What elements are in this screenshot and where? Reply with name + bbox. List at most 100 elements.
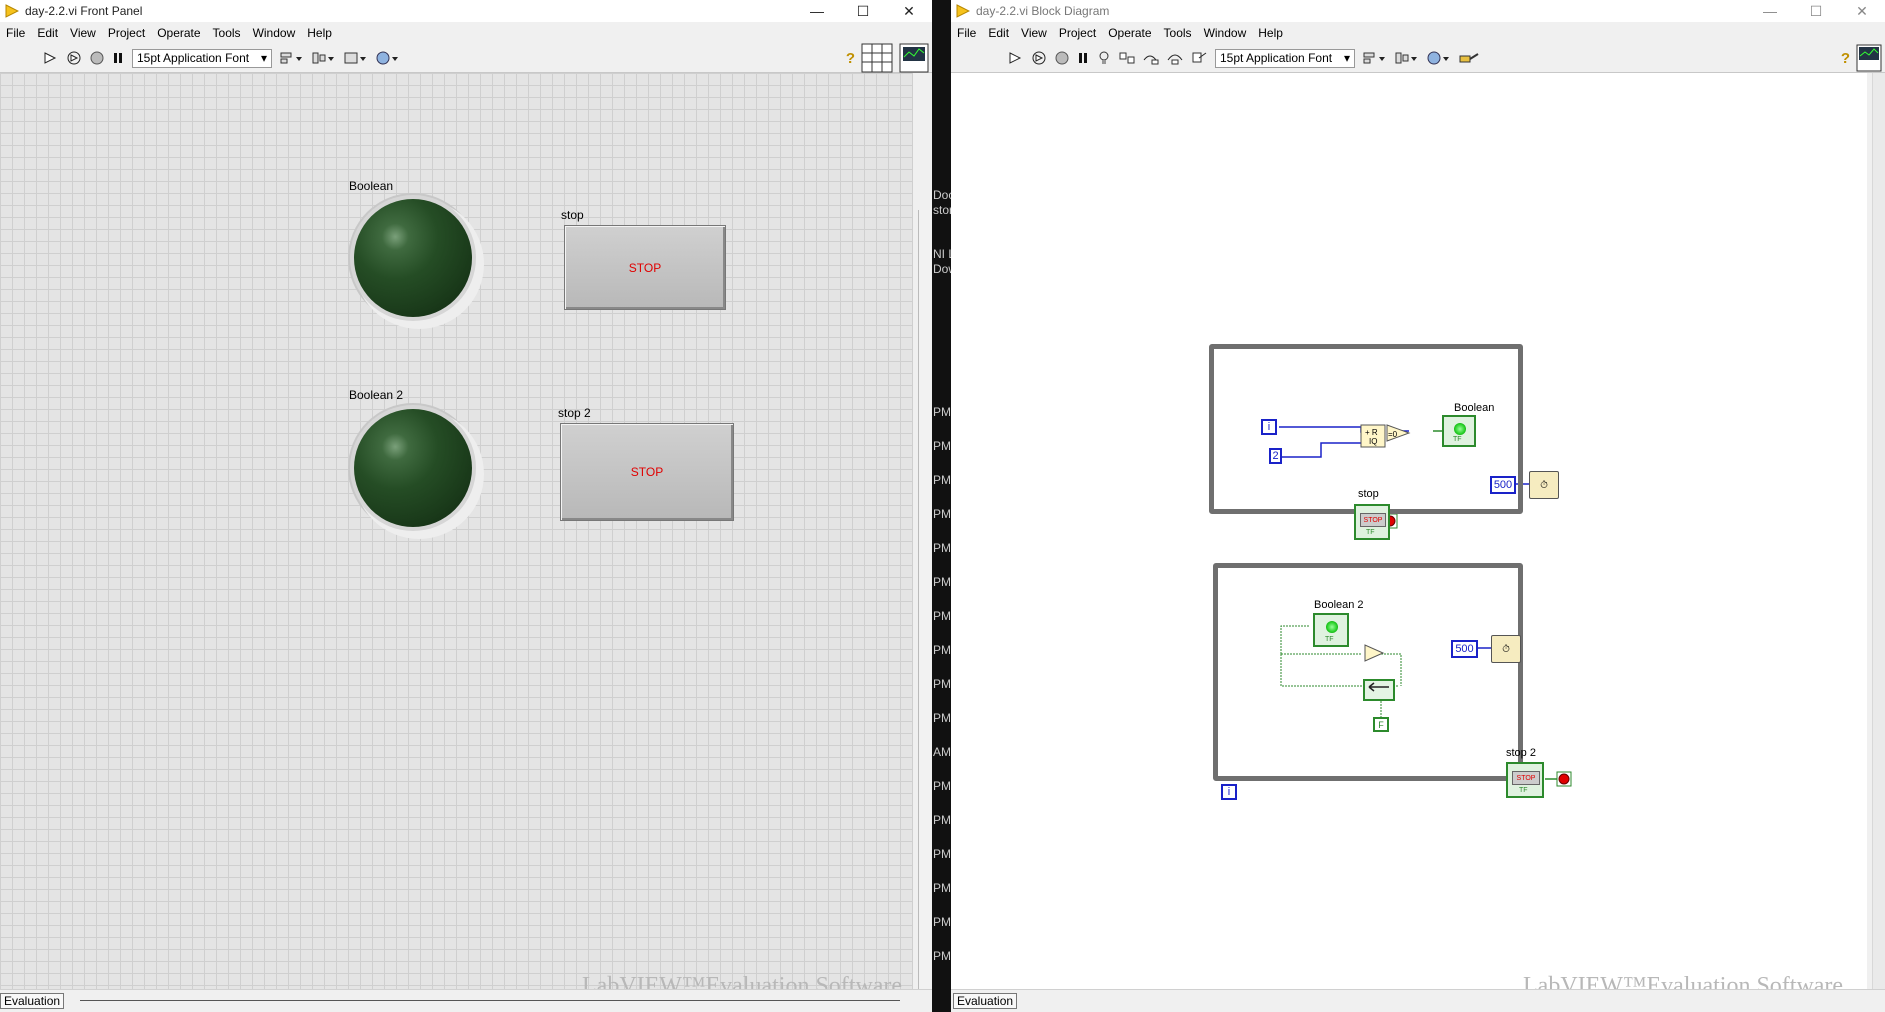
run-arrow-icon[interactable] (43, 48, 59, 68)
maximize-button[interactable]: ☐ (1793, 0, 1839, 22)
font-selector[interactable]: 15pt Application Font ▾ (132, 48, 272, 68)
menu-project[interactable]: Project (1053, 26, 1102, 40)
iteration-terminal[interactable]: i (1261, 419, 1277, 435)
boolean2-terminal-label: Boolean 2 (1314, 599, 1364, 611)
menu-operate[interactable]: Operate (1102, 26, 1157, 40)
reorder-icon[interactable] (1426, 48, 1452, 68)
bg-text: PM (933, 405, 951, 419)
iteration-terminal-2[interactable]: i (1221, 784, 1237, 800)
abort-icon[interactable] (89, 48, 105, 68)
vi-connector-icon[interactable] (1856, 44, 1882, 72)
bg-text: AM (933, 745, 951, 759)
menu-file[interactable]: File (0, 26, 31, 40)
vertical-scrollbar-track[interactable] (918, 210, 931, 990)
menu-view[interactable]: View (1015, 26, 1053, 40)
context-help-icon[interactable]: ? (846, 48, 855, 68)
maximize-button[interactable]: ☐ (840, 0, 886, 22)
abort-icon[interactable] (1054, 48, 1070, 68)
pause-icon[interactable] (1076, 48, 1090, 68)
menubar: File Edit View Project Operate Tools Win… (951, 22, 1885, 44)
front-panel-titlebar: day-2.2.vi Front Panel — ☐ ✕ (0, 0, 932, 22)
boolean-led-indicator[interactable] (354, 199, 472, 317)
resize-objects-icon[interactable] (343, 48, 369, 68)
run-continuously-icon[interactable] (1030, 48, 1048, 68)
step-over-icon[interactable] (1166, 48, 1184, 68)
wait-ms-constant-1[interactable]: 500 (1490, 476, 1516, 494)
block-diagram-window: day-2.2.vi Block Diagram — ☐ ✕ File Edit… (951, 0, 1885, 1012)
menu-edit[interactable]: Edit (982, 26, 1015, 40)
stop2-button[interactable]: STOP (560, 423, 734, 521)
bg-text: PM (933, 711, 951, 725)
align-objects-icon[interactable] (279, 48, 305, 68)
menu-help[interactable]: Help (1252, 26, 1289, 40)
wait-ms-icon[interactable]: ⏱ (1491, 635, 1521, 663)
while-loop-2[interactable] (1213, 563, 1523, 781)
bg-text: PM (933, 473, 951, 487)
wait-ms-constant-2[interactable]: 500 (1451, 640, 1478, 658)
grid-palette-icon[interactable] (861, 43, 893, 73)
pause-icon[interactable] (111, 48, 125, 68)
retain-wire-values-icon[interactable] (1118, 48, 1136, 68)
bg-text: store (933, 203, 951, 217)
distribute-objects-icon[interactable] (311, 48, 337, 68)
close-button[interactable]: ✕ (886, 0, 932, 22)
block-diagram-canvas[interactable]: + R IQ =0 i 2 Boolean TF 500 ⏱ stop STOP… (951, 73, 1867, 999)
run-arrow-icon[interactable] (1008, 48, 1024, 68)
menu-window[interactable]: Window (247, 26, 302, 40)
bg-text: Dow (933, 262, 951, 276)
run-continuously-icon[interactable] (65, 48, 83, 68)
evaluation-status: Evaluation (0, 993, 65, 1009)
menu-file[interactable]: File (951, 26, 982, 40)
front-panel-canvas[interactable]: Boolean stop STOP Boolean 2 stop 2 STOP … (0, 73, 913, 999)
reorder-icon[interactable] (375, 48, 401, 68)
boolean-terminal-label: Boolean (1454, 402, 1495, 414)
bg-text: PM (933, 609, 951, 623)
bg-text: PM (933, 643, 951, 657)
stop2-control-terminal[interactable]: STOP TF (1506, 762, 1544, 798)
menu-help[interactable]: Help (301, 26, 338, 40)
minimize-button[interactable]: — (794, 0, 840, 22)
block-diagram-titlebar: day-2.2.vi Block Diagram — ☐ ✕ (951, 0, 1885, 22)
menu-tools[interactable]: Tools (1158, 26, 1198, 40)
bg-text: PM (933, 575, 951, 589)
false-constant[interactable]: F (1373, 717, 1389, 732)
status-bar: Evaluation (0, 989, 932, 1012)
wait-ms-icon[interactable]: ⏱ (1529, 471, 1559, 499)
menu-view[interactable]: View (64, 26, 102, 40)
step-out-icon[interactable] (1190, 48, 1208, 68)
status-bar: Evaluation (951, 989, 1885, 1012)
clean-up-diagram-icon[interactable] (1458, 48, 1480, 68)
boolean2-indicator-terminal[interactable]: TF (1313, 613, 1349, 647)
menu-project[interactable]: Project (102, 26, 151, 40)
context-help-icon[interactable]: ? (1841, 48, 1850, 68)
bg-text: PM (933, 677, 951, 691)
close-button[interactable]: ✕ (1839, 0, 1885, 22)
stop-control-terminal[interactable]: STOP TF (1354, 504, 1390, 540)
horizontal-scrollbar[interactable] (80, 1000, 900, 1001)
boolean-indicator-terminal[interactable]: TF (1442, 415, 1476, 447)
font-selector[interactable]: 15pt Application Font ▾ (1215, 48, 1355, 68)
front-panel-window: day-2.2.vi Front Panel — ☐ ✕ File Edit V… (0, 0, 932, 1012)
boolean2-led-indicator[interactable] (354, 409, 472, 527)
bg-text: PM (933, 541, 951, 555)
vertical-scrollbar[interactable] (1872, 73, 1885, 990)
stop-button[interactable]: STOP (564, 225, 726, 310)
labview-vi-icon (5, 4, 19, 18)
distribute-objects-icon[interactable] (1394, 48, 1420, 68)
menu-tools[interactable]: Tools (207, 26, 247, 40)
numeric-constant-two[interactable]: 2 (1269, 448, 1282, 464)
bg-text: PM (933, 439, 951, 453)
bg-text: PM (933, 507, 951, 521)
step-into-icon[interactable] (1142, 48, 1160, 68)
chevron-down-icon: ▾ (1343, 51, 1350, 65)
highlight-execution-icon[interactable] (1096, 48, 1112, 68)
menu-edit[interactable]: Edit (31, 26, 64, 40)
window-title: day-2.2.vi Block Diagram (976, 4, 1110, 18)
menu-window[interactable]: Window (1198, 26, 1253, 40)
minimize-button[interactable]: — (1747, 0, 1793, 22)
diagram-wires: + R IQ =0 (1279, 424, 1572, 787)
bg-text: PM (933, 779, 951, 793)
align-objects-icon[interactable] (1362, 48, 1388, 68)
menu-operate[interactable]: Operate (151, 26, 206, 40)
vi-connector-icon[interactable] (899, 43, 929, 73)
